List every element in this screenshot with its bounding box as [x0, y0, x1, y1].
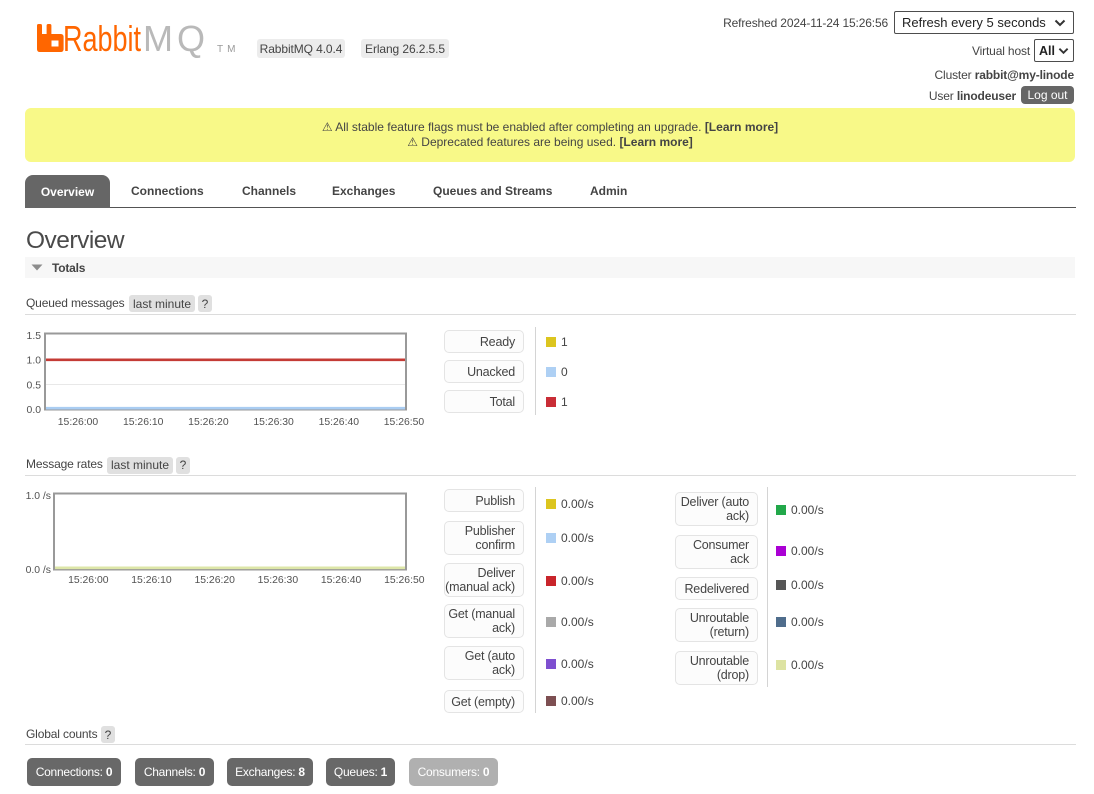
- svg-text:15:26:00: 15:26:00: [58, 417, 99, 428]
- svg-text:15:26:10: 15:26:10: [131, 575, 172, 586]
- svg-text:15:26:00: 15:26:00: [68, 575, 109, 586]
- svg-text:1.0 /s: 1.0 /s: [26, 491, 51, 502]
- svg-text:15:26:40: 15:26:40: [321, 575, 362, 586]
- svg-text:15:26:50: 15:26:50: [384, 417, 425, 428]
- svg-text:0.5: 0.5: [27, 381, 42, 392]
- svg-text:1.5: 1.5: [27, 331, 42, 342]
- svg-text:15:26:50: 15:26:50: [384, 575, 425, 586]
- svg-text:1.0: 1.0: [27, 356, 42, 367]
- svg-text:15:26:10: 15:26:10: [123, 417, 164, 428]
- svg-text:15:26:20: 15:26:20: [188, 417, 229, 428]
- svg-text:15:26:40: 15:26:40: [319, 417, 360, 428]
- svg-text:0.0: 0.0: [27, 405, 42, 416]
- svg-text:15:26:30: 15:26:30: [253, 417, 294, 428]
- svg-text:0.0 /s: 0.0 /s: [26, 565, 51, 576]
- svg-text:15:26:30: 15:26:30: [258, 575, 299, 586]
- svg-text:15:26:20: 15:26:20: [194, 575, 235, 586]
